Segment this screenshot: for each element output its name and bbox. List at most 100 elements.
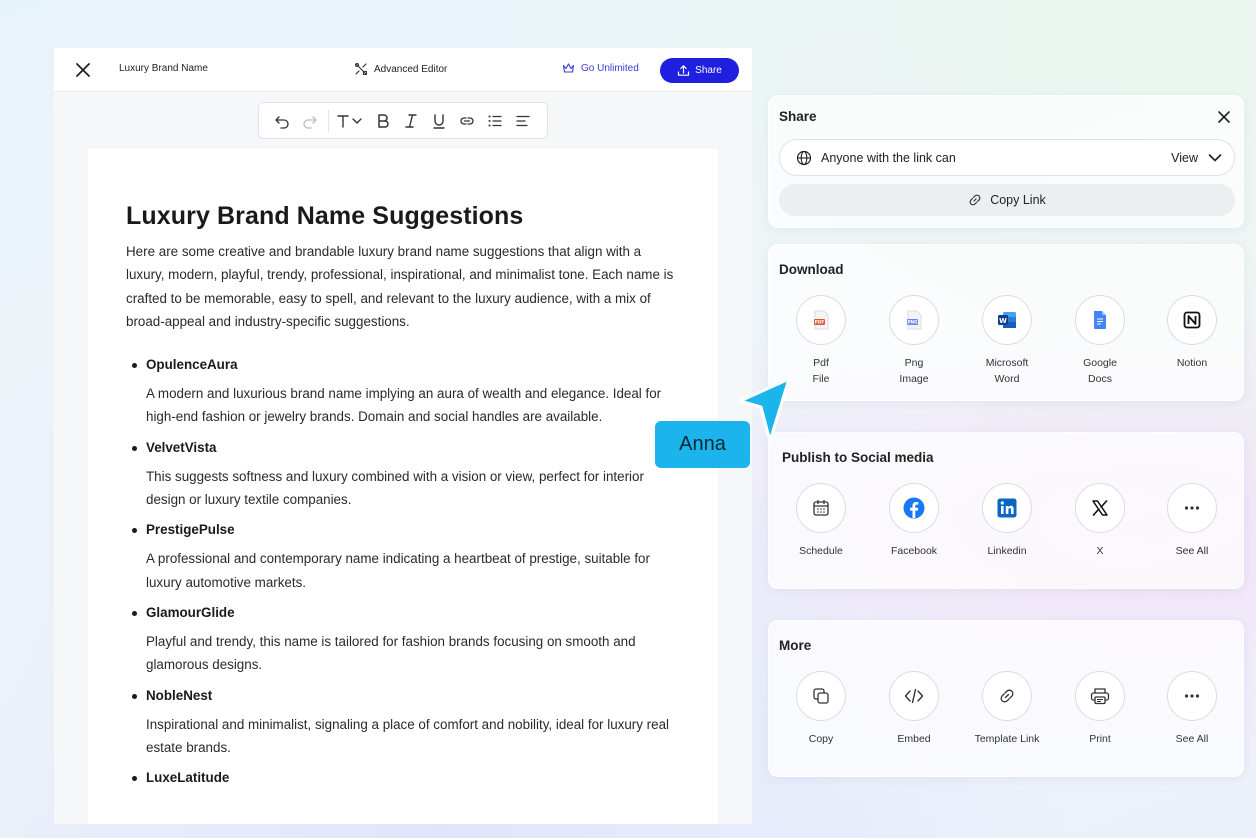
- print-option[interactable]: Print: [1060, 671, 1140, 747]
- option-label: Copy: [808, 733, 834, 745]
- share-panel: Share Anyone with the link can View Copy…: [768, 95, 1244, 228]
- social-panel-title: Publish to Social media: [782, 450, 934, 465]
- x-icon: [1075, 483, 1125, 533]
- share-button-label: Share: [695, 65, 722, 76]
- brand-name: NobleNest: [126, 684, 680, 707]
- svg-text:PNG: PNG: [907, 320, 918, 325]
- svg-text:PDF: PDF: [815, 320, 825, 325]
- see-all-social-option[interactable]: See All: [1152, 483, 1232, 559]
- access-label: Anyone with the link can: [821, 150, 956, 165]
- list-item: LuxeLatitude: [126, 766, 680, 789]
- download-panel: Download PDF Pdf File PNG Png Image W Micr…: [768, 244, 1244, 401]
- option-label: Embed: [897, 733, 931, 745]
- option-label: Google Docs: [1083, 357, 1117, 385]
- option-label: X: [1096, 545, 1104, 557]
- go-unlimited-button[interactable]: Go Unlimited: [562, 62, 639, 74]
- notion-icon: [1167, 295, 1217, 345]
- facebook-option[interactable]: Facebook: [874, 483, 954, 559]
- option-label: Notion: [1176, 357, 1208, 369]
- calendar-icon: [796, 483, 846, 533]
- advanced-editor-button[interactable]: Advanced Editor: [354, 62, 447, 76]
- embed-option[interactable]: Embed: [874, 671, 954, 747]
- download-png-option[interactable]: PNG Png Image: [874, 295, 954, 387]
- svg-text:W: W: [999, 317, 1007, 325]
- list-item: GlamourGlide Playful and trendy, this na…: [126, 601, 680, 677]
- more-icon: [1167, 483, 1217, 533]
- option-label: Print: [1089, 733, 1111, 745]
- download-pdf-option[interactable]: PDF Pdf File: [781, 295, 861, 387]
- redo-icon[interactable]: [296, 107, 324, 135]
- globe-icon: [796, 150, 812, 165]
- document-intro: Here are some creative and brandable lux…: [126, 244, 674, 329]
- option-label: Png Image: [899, 357, 929, 385]
- list-item: OpulenceAura A modern and luxurious bran…: [126, 353, 680, 429]
- document-heading: Luxury Brand Name Suggestions: [126, 202, 524, 230]
- undo-icon[interactable]: [268, 107, 296, 135]
- list-item: VelvetVista This suggests softness and l…: [126, 436, 680, 512]
- link-icon[interactable]: [453, 107, 481, 135]
- toolbar-divider: [328, 109, 329, 132]
- align-left-icon[interactable]: [509, 107, 537, 135]
- png-icon: PNG: [889, 295, 939, 345]
- link-icon: [982, 671, 1032, 721]
- template-link-option[interactable]: Template Link: [967, 671, 1047, 747]
- x-option[interactable]: X: [1060, 483, 1140, 559]
- brand-description: This suggests softness and luxury combin…: [146, 468, 644, 508]
- printer-icon: [1075, 671, 1125, 721]
- option-label: Pdf File: [812, 357, 830, 385]
- format-toolbar: [258, 102, 548, 139]
- crown-icon: [562, 63, 575, 73]
- more-options: Copy Embed Template Link Print See All: [769, 671, 1245, 771]
- list-item: PrestigePulse A professional and contemp…: [126, 518, 680, 594]
- schedule-option[interactable]: Schedule: [781, 483, 861, 559]
- brand-name: OpulenceAura: [126, 353, 680, 376]
- share-panel-title: Share: [779, 109, 817, 124]
- copy-link-label: Copy Link: [990, 193, 1046, 207]
- brand-name: LuxeLatitude: [126, 766, 680, 789]
- link-access-select[interactable]: Anyone with the link can View: [779, 139, 1235, 176]
- download-panel-title: Download: [779, 262, 844, 277]
- italic-icon[interactable]: [397, 107, 425, 135]
- more-panel-title: More: [779, 638, 812, 653]
- close-icon[interactable]: [74, 61, 92, 79]
- copy-option[interactable]: Copy: [781, 671, 861, 747]
- option-label: Microsoft Word: [985, 357, 1029, 385]
- linkedin-option[interactable]: Linkedin: [967, 483, 1047, 559]
- download-google-docs-option[interactable]: Google Docs: [1060, 295, 1140, 387]
- brand-description: A modern and luxurious brand name implyi…: [146, 386, 662, 425]
- embed-icon: [889, 671, 939, 721]
- link-icon: [969, 194, 981, 206]
- chevron-down-icon: [1208, 153, 1222, 161]
- google-docs-icon: [1075, 295, 1125, 345]
- close-icon[interactable]: [1216, 109, 1232, 125]
- upload-icon: [678, 65, 690, 76]
- editor-window: Luxury Brand Name Advanced Editor Go Unl…: [54, 48, 752, 824]
- underline-icon[interactable]: [425, 107, 453, 135]
- bold-icon[interactable]: [369, 107, 397, 135]
- see-all-more-option[interactable]: See All: [1152, 671, 1232, 747]
- copy-link-button[interactable]: Copy Link: [779, 184, 1235, 216]
- editor-topbar: Luxury Brand Name Advanced Editor Go Unl…: [54, 48, 752, 92]
- bullet-list-icon[interactable]: [481, 107, 509, 135]
- advanced-editor-label: Advanced Editor: [374, 63, 448, 75]
- option-label: See All: [1175, 733, 1209, 745]
- brand-name-list: OpulenceAura A modern and luxurious bran…: [126, 353, 680, 789]
- brand-description: Playful and trendy, this name is tailore…: [146, 633, 636, 673]
- download-options: PDF Pdf File PNG Png Image W Microsoft Word…: [769, 295, 1245, 395]
- brand-description: A professional and contemporary name ind…: [146, 551, 650, 590]
- pdf-icon: PDF: [796, 295, 846, 345]
- text-style-icon[interactable]: [333, 107, 369, 135]
- download-notion-option[interactable]: Notion: [1152, 295, 1232, 371]
- download-word-option[interactable]: W Microsoft Word: [967, 295, 1047, 387]
- tools-icon: [355, 63, 367, 75]
- brand-name: PrestigePulse: [126, 518, 680, 541]
- option-label: Template Link: [974, 733, 1040, 745]
- share-button[interactable]: Share: [660, 58, 739, 83]
- option-label: Linkedin: [987, 545, 1027, 557]
- access-mode-value: View: [1171, 150, 1198, 165]
- option-label: See All: [1175, 545, 1209, 557]
- collaborator-name-tag: Anna: [655, 421, 750, 468]
- document-page[interactable]: Luxury Brand Name Suggestions Here are s…: [88, 149, 718, 824]
- social-options: Schedule Facebook Linkedin X See All: [769, 483, 1245, 583]
- brand-description: Inspirational and minimalist, signaling …: [146, 716, 669, 755]
